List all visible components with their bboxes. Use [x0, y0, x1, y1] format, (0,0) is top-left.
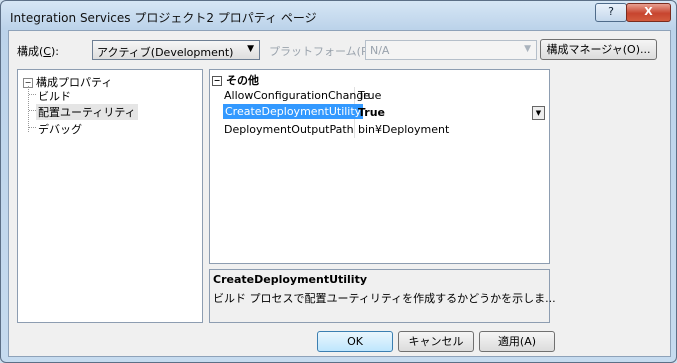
- dialog-body: 構成(C): アクティブ(Development) ▼ プラットフォーム(P):…: [8, 30, 671, 357]
- tree-item-deployment-utility[interactable]: 配置ユーティリティ: [36, 104, 138, 120]
- tree-guide-line: [28, 86, 29, 132]
- ok-button[interactable]: OK: [317, 331, 393, 352]
- category-row[interactable]: − その他: [210, 70, 549, 87]
- apply-button[interactable]: 適用(A): [479, 331, 555, 352]
- property-row[interactable]: DeploymentOutputPath bin¥Deployment: [210, 121, 549, 138]
- tree-guide-line: [29, 127, 36, 128]
- platform-value: N/A: [370, 44, 390, 57]
- category-header: − その他: [212, 74, 259, 87]
- help-button[interactable]: ?: [595, 3, 627, 22]
- tree-guide-line: [29, 110, 36, 111]
- property-name: CreateDeploymentUtility: [223, 104, 364, 119]
- property-name: AllowConfigurationChange: [224, 89, 371, 102]
- tree-item-build[interactable]: ビルド: [38, 88, 71, 104]
- property-grid: − その他 AllowConfigurationChange True Creat…: [209, 69, 550, 264]
- chevron-down-icon: ▼: [247, 44, 254, 54]
- cancel-button[interactable]: キャンセル: [398, 331, 474, 352]
- property-pages-window: Integration Services プロジェクト2 プロパティ ページ ?…: [0, 0, 677, 363]
- window-title: Integration Services プロジェクト2 プロパティ ページ: [10, 11, 317, 25]
- configuration-manager-button[interactable]: 構成マネージャ(O)...: [540, 39, 657, 60]
- close-button[interactable]: X: [626, 3, 671, 22]
- property-name: DeploymentOutputPath: [224, 123, 354, 136]
- collapse-icon[interactable]: −: [212, 76, 222, 86]
- property-value[interactable]: True: [358, 106, 385, 119]
- value-dropdown-button[interactable]: ▼: [532, 106, 545, 120]
- configuration-dropdown[interactable]: アクティブ(Development) ▼: [92, 40, 260, 60]
- config-label: 構成(C):: [17, 45, 59, 58]
- property-value[interactable]: bin¥Deployment: [358, 123, 449, 136]
- description-title: CreateDeploymentUtility: [213, 273, 368, 286]
- chevron-down-icon: ▼: [524, 44, 531, 54]
- tree-item-debug[interactable]: デバッグ: [38, 121, 82, 137]
- property-description-pane: CreateDeploymentUtility ビルド プロセスで配置ユーティリ…: [209, 269, 556, 323]
- platform-dropdown: N/A ▼: [365, 40, 537, 60]
- platform-label: プラットフォーム(P):: [269, 45, 376, 58]
- property-value[interactable]: True: [358, 89, 381, 102]
- configuration-value: アクティブ(Development): [97, 46, 234, 59]
- property-row[interactable]: AllowConfigurationChange True: [210, 87, 549, 104]
- tree-guide-line: [29, 94, 36, 95]
- title-bar[interactable]: Integration Services プロジェクト2 プロパティ ページ ?…: [1, 1, 676, 29]
- description-text: ビルド プロセスで配置ユーティリティを作成するかどうかを示しま...: [213, 292, 556, 305]
- property-tree: − 構成プロパティ ビルド 配置ユーティリティ デバッグ: [17, 69, 203, 323]
- property-row-selected[interactable]: CreateDeploymentUtility True ▼: [210, 104, 549, 121]
